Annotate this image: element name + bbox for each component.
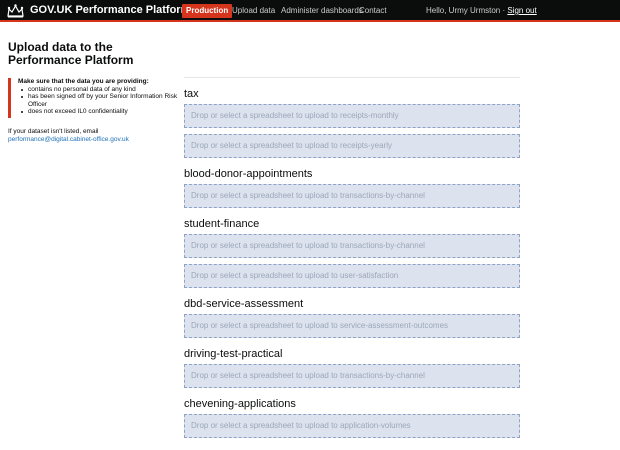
content-divider: [184, 77, 520, 78]
upload-dropzone[interactable]: Drop or select a spreadsheet to upload t…: [184, 104, 520, 128]
nav-administer-dashboards[interactable]: Administer dashboards: [281, 6, 363, 15]
upload-dropzone[interactable]: Drop or select a spreadsheet to upload t…: [184, 364, 520, 388]
data-requirements-notice: Make sure that the data you are providin…: [8, 78, 180, 118]
upload-dropzone[interactable]: Drop or select a spreadsheet to upload t…: [184, 314, 520, 338]
sign-out-link[interactable]: Sign out: [507, 6, 536, 15]
page-title: Upload data to the Performance Platform: [8, 40, 134, 67]
dataset-help: If your dataset isn't listed, email perf…: [8, 128, 180, 144]
top-header: GOV.UK Performance Platform admin Produc…: [0, 0, 620, 22]
help-text: If your dataset isn't listed, email: [8, 128, 99, 135]
nav-upload-data[interactable]: Upload data: [232, 6, 275, 15]
notice-list: contains no personal data of any kind ha…: [21, 86, 180, 116]
help-email-link[interactable]: performance@digital.cabinet-office.gov.u…: [8, 136, 180, 144]
group-title: driving-test-practical: [184, 348, 283, 360]
upload-dropzone[interactable]: Drop or select a spreadsheet to upload t…: [184, 264, 520, 288]
upload-dropzone[interactable]: Drop or select a spreadsheet to upload t…: [184, 184, 520, 208]
environment-badge: Production: [182, 4, 233, 18]
nav-contact[interactable]: Contact: [359, 6, 387, 15]
upload-dropzone[interactable]: Drop or select a spreadsheet to upload t…: [184, 234, 520, 258]
notice-heading: Make sure that the data you are providin…: [18, 78, 149, 85]
group-title: dbd-service-assessment: [184, 298, 304, 310]
notice-item: has been signed off by your Senior Infor…: [21, 93, 180, 108]
notice-item: does not exceed IL0 confidentiality: [21, 108, 180, 116]
crown-icon: [7, 4, 24, 18]
upload-dropzone[interactable]: Drop or select a spreadsheet to upload t…: [184, 414, 520, 438]
upload-dropzone[interactable]: Drop or select a spreadsheet to upload t…: [184, 134, 520, 158]
notice-item: contains no personal data of any kind: [21, 86, 180, 94]
group-title: blood-donor-appointments: [184, 168, 313, 180]
group-title: student-finance: [184, 218, 260, 230]
user-greeting: Hello, Urmy Urmston ·: [426, 6, 506, 15]
group-title: chevening-applications: [184, 398, 296, 410]
group-title: tax: [184, 88, 199, 100]
user-block: Hello, Urmy Urmston · Sign out: [426, 6, 537, 15]
